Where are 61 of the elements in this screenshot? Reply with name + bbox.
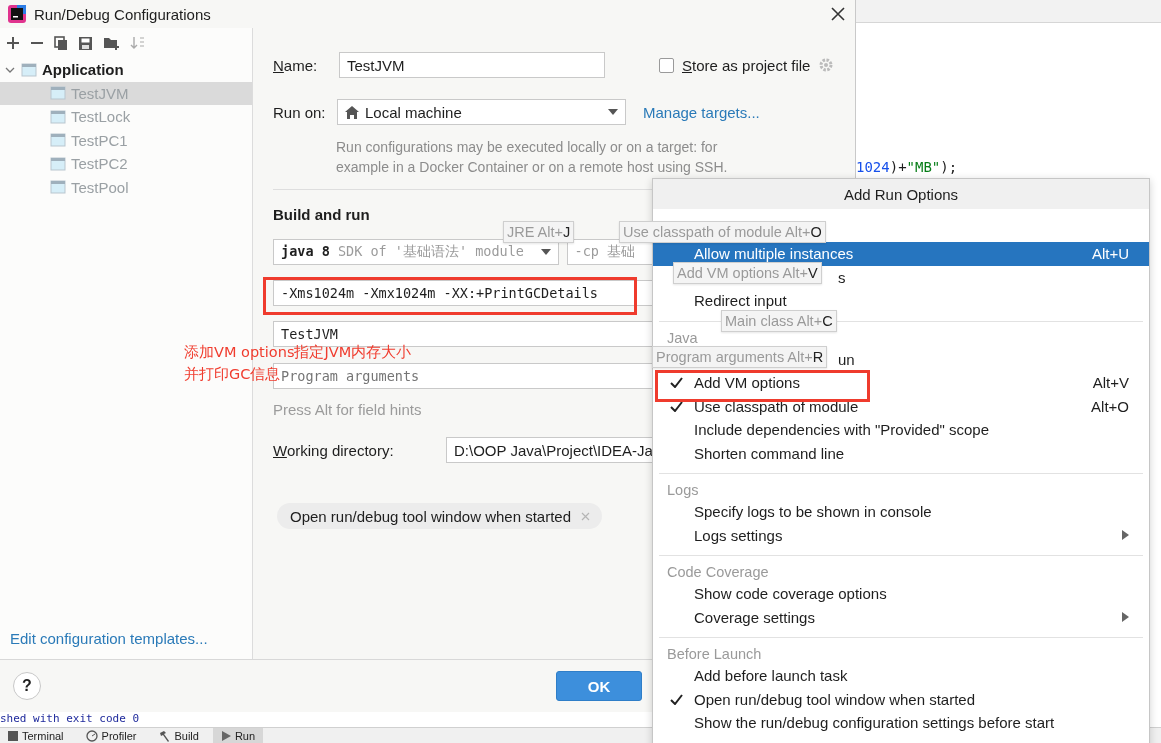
window-icon — [50, 86, 66, 101]
menu-item[interactable]: Coverage settings — [653, 605, 1149, 629]
code-line: 1024)+"MB"); — [856, 159, 958, 175]
shortcut-tooltip: Add VM options Alt+V — [673, 262, 822, 284]
caret-icon — [540, 249, 551, 255]
tool-tab[interactable]: Terminal — [0, 728, 72, 743]
shortcut-tooltip: Program arguments Alt+R — [652, 346, 828, 368]
group-title: Logs — [667, 482, 699, 498]
tool-tab[interactable]: Run — [212, 728, 264, 743]
hint-text: Press Alt for field hints — [273, 401, 422, 418]
save-icon[interactable] — [78, 35, 93, 51]
shortcut-tooltip: JRE Alt+J — [503, 221, 575, 243]
option-chip[interactable]: Open run/debug tool window when started — [277, 503, 602, 529]
name-field[interactable]: TestJVM — [339, 52, 605, 78]
group-title: Java — [667, 329, 698, 346]
group-title: Before Launch — [667, 646, 762, 662]
working-directory-label: Working directory: — [273, 441, 395, 459]
home-icon — [345, 105, 359, 119]
window-title: Run/Debug Configurations — [34, 5, 212, 23]
menu-item[interactable]: Add before launch task — [653, 664, 1149, 688]
checkbox[interactable] — [659, 57, 674, 73]
window-icon — [21, 62, 37, 77]
menu-item[interactable]: Use classpath of module Alt+O — [653, 394, 1149, 418]
window-icon — [50, 133, 66, 148]
menu-item[interactable]: Logs settings — [653, 523, 1149, 547]
play-icon — [220, 731, 231, 741]
menu-item[interactable]: Allow multiple instances Alt+U — [653, 242, 1149, 266]
menu-item[interactable]: Show the run/debug configuration settings before start — [653, 711, 1149, 735]
terminal-icon — [8, 731, 18, 741]
gauge-icon — [85, 730, 98, 742]
section-title: Build and run — [273, 206, 371, 223]
menu-item[interactable]: Show code coverage options — [653, 582, 1149, 606]
copy-icon[interactable] — [54, 35, 68, 51]
menu-item[interactable]: Specify logs to be shown in console — [653, 500, 1149, 524]
group-title: Code Coverage — [667, 564, 769, 580]
name-label: Name: — [273, 56, 319, 74]
shortcut-tooltip: Use classpath of module Alt+O — [619, 221, 826, 243]
caret-icon — [608, 109, 618, 115]
new-folder-icon[interactable] — [103, 35, 120, 51]
menu-item[interactable]: Open run/debug tool window when started — [653, 687, 1149, 711]
add-icon[interactable] — [6, 36, 20, 50]
jre-dropdown[interactable]: java 8 SDK of '基础语法' module — [273, 239, 559, 265]
window-icon — [50, 156, 66, 171]
tool-tab[interactable]: Build — [150, 728, 207, 743]
app-icon — [8, 5, 26, 23]
description-text: Run configurations may be executed locally or on a target: for example in a Docker Container or on a remote host using SSH. — [336, 138, 729, 177]
manage-targets-link[interactable]: Manage targets... — [626, 103, 760, 121]
shortcut-tooltip: Main class Alt+C — [721, 310, 837, 332]
tree-item[interactable]: Application — [0, 58, 252, 82]
help-button[interactable]: ? — [13, 672, 41, 700]
window-icon — [50, 109, 66, 124]
run-on-dropdown[interactable]: Local machine — [337, 99, 626, 125]
run-on-label: Run on: — [273, 103, 327, 121]
templates-link[interactable]: Edit configuration templates... — [0, 630, 252, 659]
hammer-icon — [158, 730, 171, 742]
tool-tab[interactable]: Profiler — [77, 728, 145, 743]
checkbox-label: Store as project file — [682, 56, 811, 74]
popup-title: Add Run Options — [653, 179, 1149, 209]
console-text: shed with exit code 0 — [0, 712, 140, 726]
close-icon[interactable] — [831, 7, 845, 21]
window-icon — [50, 180, 66, 195]
